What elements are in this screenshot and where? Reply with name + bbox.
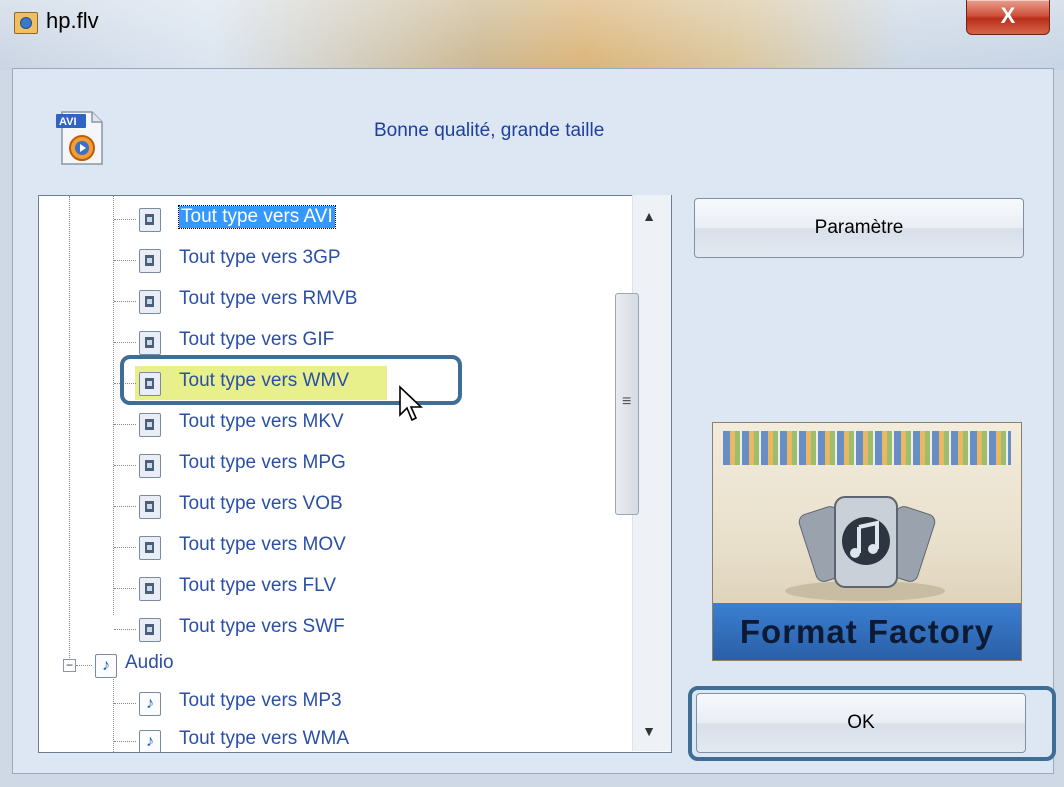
- tree-item-video[interactable]: Tout type vers AVI: [39, 200, 639, 238]
- video-file-icon: [139, 249, 161, 273]
- tree-item-video[interactable]: Tout type vers RMVB: [39, 282, 639, 320]
- tree-branch: [114, 703, 136, 704]
- tree-item-label: Tout type vers RMVB: [179, 288, 358, 309]
- annotation-highlight-ok: [688, 686, 1056, 761]
- scroll-down-arrow[interactable]: ▼: [630, 712, 668, 750]
- tree-branch: [114, 424, 136, 425]
- tree-branch: [114, 301, 136, 302]
- tree-item-video[interactable]: Tout type vers MOV: [39, 528, 639, 566]
- tree-item-video[interactable]: Tout type vers SWF: [39, 610, 639, 648]
- tree-branch: [114, 506, 136, 507]
- video-file-icon: [139, 495, 161, 519]
- tree-group-label: Audio: [125, 652, 174, 673]
- audio-folder-icon: ♪: [95, 654, 117, 678]
- tree-group-audio[interactable]: − ♪ Audio: [39, 646, 639, 684]
- tree-item-label: Tout type vers MKV: [179, 411, 344, 432]
- tree-item-video[interactable]: Tout type vers MPG: [39, 446, 639, 484]
- tree-item-label: Tout type vers 3GP: [179, 247, 341, 268]
- tree-item-video[interactable]: Tout type vers 3GP: [39, 241, 639, 279]
- tree-item-video[interactable]: Tout type vers VOB: [39, 487, 639, 525]
- tree-item-label: Tout type vers GIF: [179, 329, 335, 350]
- close-button[interactable]: X: [966, 0, 1050, 35]
- video-file-icon: [139, 331, 161, 355]
- video-file-icon: [139, 413, 161, 437]
- tree-branch: [76, 665, 92, 666]
- tree-branch: [114, 629, 136, 630]
- tree-branch: [114, 342, 136, 343]
- format-factory-logo: Format Factory: [712, 422, 1022, 661]
- media-emblem-icon: [785, 496, 945, 601]
- video-file-icon: [139, 454, 161, 478]
- tree-item-video[interactable]: Tout type vers MKV: [39, 405, 639, 443]
- settings-button[interactable]: Paramètre: [694, 198, 1024, 258]
- video-file-icon: [139, 577, 161, 601]
- tree-branch: [114, 260, 136, 261]
- tree-branch: [114, 219, 136, 220]
- tree-branch: [114, 547, 136, 548]
- tree-item-wma[interactable]: ♪ Tout type vers WMA: [39, 722, 639, 752]
- tree-branch: [114, 465, 136, 466]
- audio-file-icon: ♪: [139, 692, 161, 716]
- tree-item-mp3[interactable]: ♪ Tout type vers MP3: [39, 684, 639, 722]
- tree-item-label: Tout type vers MOV: [179, 534, 346, 555]
- tree-item-label: Tout type vers MP3: [179, 690, 342, 711]
- collapse-toggle[interactable]: −: [63, 659, 76, 672]
- scroll-thumb[interactable]: ≡: [615, 293, 639, 515]
- avi-badge-text: AVI: [59, 116, 77, 128]
- tree-branch: [114, 741, 136, 742]
- tree-item-label: Tout type vers SWF: [179, 616, 345, 637]
- audio-file-icon: ♪: [139, 730, 161, 752]
- video-file-icon: [139, 290, 161, 314]
- format-tree[interactable]: Tout type vers AVI Tout type vers 3GP Tout…: [38, 195, 672, 753]
- avi-file-icon: AVI: [56, 111, 103, 165]
- tree-item-label: Tout type vers AVI: [178, 205, 336, 229]
- app-icon: [14, 12, 38, 34]
- video-file-icon: [139, 208, 161, 232]
- tree-item-video[interactable]: Tout type vers FLV: [39, 569, 639, 607]
- quality-label: Bonne qualité, grande taille: [374, 120, 605, 141]
- logo-text: Format Factory: [713, 603, 1021, 660]
- title-bar: [0, 0, 1064, 70]
- mouse-cursor-icon: [399, 385, 423, 422]
- format-icons-strip: [723, 431, 1011, 465]
- tree-item-label: Tout type vers WMA: [179, 728, 349, 749]
- tree-branch: [114, 588, 136, 589]
- thumb-grip-icon: ≡: [622, 393, 632, 410]
- tree-item-label: Tout type vers VOB: [179, 493, 343, 514]
- video-file-icon: [139, 618, 161, 642]
- video-file-icon: [139, 536, 161, 560]
- scroll-up-arrow[interactable]: ▲: [630, 197, 668, 235]
- tree-item-label: Tout type vers FLV: [179, 575, 336, 596]
- tree-item-label: Tout type vers MPG: [179, 452, 346, 473]
- window-title: hp.flv: [46, 8, 99, 33]
